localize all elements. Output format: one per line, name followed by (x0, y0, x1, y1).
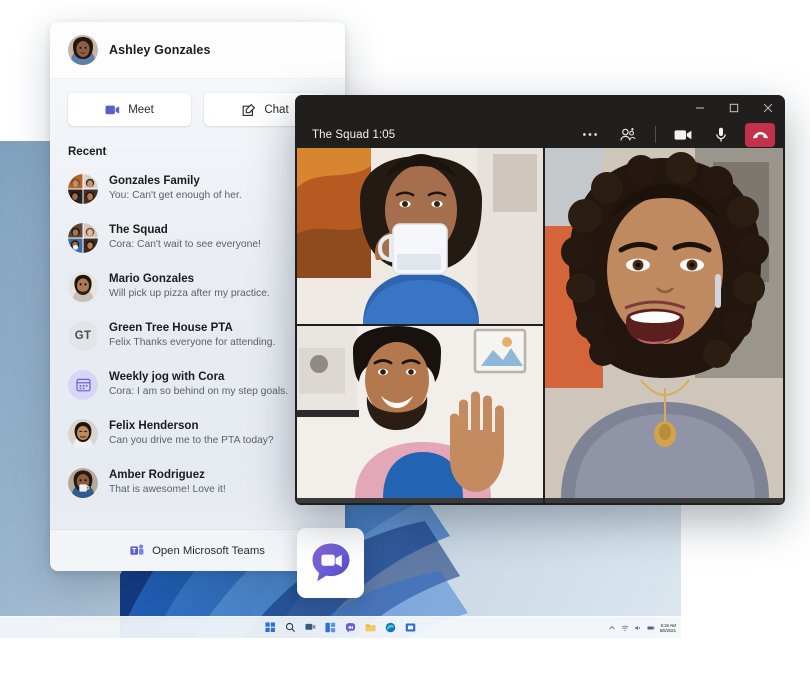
wifi-icon[interactable] (621, 624, 629, 632)
clock-date: 5/6/2021 (660, 628, 676, 633)
taskbar-icon-group[interactable] (265, 622, 416, 633)
battery-icon[interactable] (647, 624, 655, 632)
teams-logo-icon: T (130, 544, 144, 557)
hangup-icon (752, 130, 769, 140)
file-explorer-icon[interactable] (365, 622, 376, 633)
avatar (68, 272, 98, 302)
participant-grid (295, 148, 785, 505)
close-button[interactable] (751, 95, 785, 121)
svg-text:T: T (132, 548, 137, 555)
chat-title: Mario Gonzales (109, 272, 270, 287)
hangup-button[interactable] (745, 123, 775, 147)
meet-button[interactable]: Meet (68, 93, 191, 126)
taskbar[interactable]: 5:19 AM 5/6/2021 (0, 616, 681, 638)
microphone-button[interactable] (707, 122, 735, 148)
left-column (297, 148, 543, 503)
avatar (68, 468, 98, 498)
minimize-icon (695, 103, 705, 113)
chat-title: Weekly jog with Cora (109, 370, 288, 385)
avatar-the-squad-icon (68, 223, 98, 253)
toolbar-divider (655, 126, 656, 143)
flyout-user-name: Ashley Gonzales (109, 43, 211, 57)
participant-video-p2 (297, 326, 543, 498)
avatar: GT (68, 321, 98, 351)
list-item-text: Weekly jog with Cora Cora: I am so behin… (109, 370, 288, 399)
add-people-button[interactable] (614, 122, 642, 148)
avatar (68, 223, 98, 253)
avatar-amber-icon (68, 468, 98, 498)
call-toolbar: The Squad 1:05 (295, 121, 785, 148)
list-item-text: Felix Henderson Can you drive me to the … (109, 419, 274, 448)
system-tray[interactable]: 5:19 AM 5/6/2021 (608, 617, 676, 638)
avatar[interactable] (68, 35, 98, 65)
avatar (68, 419, 98, 449)
calendar-icon (76, 377, 91, 392)
chat-title: Gonzales Family (109, 174, 242, 189)
chat-title: Green Tree House PTA (109, 321, 275, 336)
list-item-text: Amber Rodriguez That is awesome! Love it… (109, 468, 226, 497)
task-view-icon[interactable] (305, 622, 316, 633)
participant-tile-p1[interactable] (297, 148, 543, 324)
close-icon (763, 103, 773, 113)
participant-video-p1 (297, 148, 543, 324)
avatar-ashley-icon (68, 35, 98, 65)
video-call-window: The Squad 1:05 (295, 95, 785, 505)
chat-preview: Felix Thanks everyone for attending. (109, 336, 275, 350)
meet-label: Meet (128, 104, 154, 116)
flyout-header: Ashley Gonzales (50, 22, 345, 79)
volume-icon[interactable] (634, 624, 642, 632)
taskbar-clock[interactable]: 5:19 AM 5/6/2021 (660, 623, 676, 633)
participant-video-p3 (545, 148, 783, 498)
widgets-icon[interactable] (325, 622, 336, 633)
participant-tile-p3[interactable] (545, 148, 783, 503)
avatar (68, 370, 98, 400)
chat-preview: Cora: I am so behind on my step goals. (109, 385, 288, 399)
open-teams-label: Open Microsoft Teams (152, 545, 265, 557)
search-icon[interactable] (285, 622, 296, 633)
chat-title: Felix Henderson (109, 419, 274, 434)
avatar-felix-icon (68, 419, 98, 449)
video-camera-icon (674, 129, 692, 141)
microsoft-store-icon[interactable] (405, 622, 416, 633)
participant-tile-p2[interactable] (297, 326, 543, 503)
list-item-text: Green Tree House PTA Felix Thanks everyo… (109, 321, 275, 350)
chat-preview: Cora: Can't wait to see everyone! (109, 238, 261, 252)
avatar-mario-icon (68, 272, 98, 302)
video-camera-icon (105, 104, 120, 116)
teams-chat-icon[interactable] (345, 622, 356, 633)
avatar-gonzales-family-icon (68, 174, 98, 204)
more-options-button[interactable] (576, 122, 604, 148)
teams-chat-launcher[interactable] (297, 528, 364, 598)
window-controls (295, 95, 785, 121)
list-item-text: Gonzales Family You: Can't get enough of… (109, 174, 242, 203)
chat-preview: That is awesome! Love it! (109, 483, 226, 497)
camera-button[interactable] (669, 122, 697, 148)
chat-title: The Squad (109, 223, 261, 238)
list-item-text: Mario Gonzales Will pick up pizza after … (109, 272, 270, 301)
add-people-icon (620, 127, 637, 142)
maximize-icon (729, 103, 739, 113)
microphone-icon (715, 127, 727, 143)
chat-title: Amber Rodriguez (109, 468, 226, 483)
minimize-button[interactable] (683, 95, 717, 121)
edge-icon[interactable] (385, 622, 396, 633)
compose-chat-icon (242, 103, 256, 117)
chat-label: Chat (264, 104, 288, 116)
show-hidden-icons-icon[interactable] (608, 624, 616, 632)
avatar (68, 174, 98, 204)
call-title: The Squad 1:05 (312, 129, 566, 141)
more-options-icon (582, 132, 598, 137)
chat-preview: Will pick up pizza after my practice. (109, 287, 270, 301)
list-item-text: The Squad Cora: Can't wait to see everyo… (109, 223, 261, 252)
avatar-icon-wrap (68, 370, 98, 400)
chat-preview: You: Can't get enough of her. (109, 189, 242, 203)
screenshot-root: 5:19 AM 5/6/2021 Ashley Gonzales (0, 0, 810, 673)
chat-preview: Can you drive me to the PTA today? (109, 434, 274, 448)
avatar-initials: GT (68, 321, 98, 351)
teams-chat-bubble-icon (308, 540, 354, 586)
maximize-button[interactable] (717, 95, 751, 121)
start-icon[interactable] (265, 622, 276, 633)
